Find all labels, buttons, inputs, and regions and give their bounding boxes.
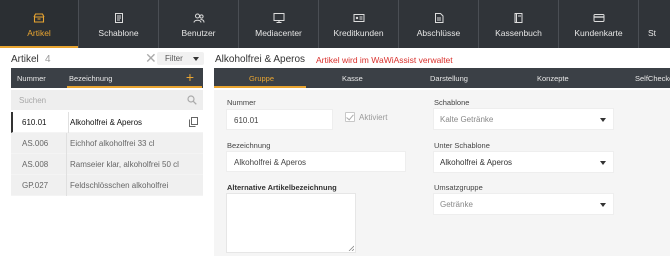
alt-bezeichnung-textarea[interactable] [226,193,356,253]
users-icon [193,13,204,23]
chevron-down-icon [600,118,606,122]
add-article-button[interactable]: + [186,69,194,85]
tab-darstellung[interactable]: Darstellung [430,74,468,83]
document-icon [433,13,444,23]
nav-artikel[interactable]: Artikel [0,0,79,48]
nav-abschluesse[interactable]: Abschlüsse [399,0,479,48]
tab-kasse[interactable]: Kasse [342,74,363,83]
clear-filter-icon[interactable]: ✕ [145,50,157,67]
article-list: 610.01 Alkoholfrei & Aperos AS.006 Eichh… [11,112,203,196]
search-icon[interactable] [187,95,197,105]
schablone-select[interactable]: Kalte Getränke [433,108,614,130]
chevron-down-icon [600,203,606,207]
nav-kundenkarte[interactable]: Kundenkarte [559,0,639,48]
nav-settings[interactable]: St [639,0,670,48]
umsatzgruppe-select[interactable]: Getränke [433,193,614,215]
article-count: 4 [45,54,51,65]
nummer-label: Nummer [227,98,256,107]
id-card-icon [353,13,364,23]
detail-tabs: Gruppe Kasse Darstellung Konzepte SelfCh… [214,68,670,88]
template-icon [113,13,124,23]
list-item[interactable]: GP.027 Feldschlösschen alkoholfrei [11,175,203,196]
tab-gruppe[interactable]: Gruppe [249,74,274,83]
unter-schablone-select[interactable]: Alkoholfrei & Aperos [433,151,614,173]
sort-indicator [67,86,202,88]
search-bar [11,90,203,110]
tab-konzepte[interactable]: Konzepte [537,74,569,83]
chevron-down-icon [600,161,606,165]
bezeichnung-label: Bezeichnung [227,141,271,150]
nav-kreditkunden[interactable]: Kreditkunden [319,0,399,48]
nav-kassenbuch[interactable]: Kassenbuch [479,0,559,48]
list-item[interactable]: AS.008 Ramseier klar, alkoholfrei 50 cl [11,154,203,175]
umsatzgruppe-label: Umsatzgruppe [434,183,483,192]
book-icon [513,13,524,23]
bezeichnung-field[interactable]: Alkoholfrei & Aperos [226,151,406,172]
card-icon [593,13,604,23]
article-list-title: Artikel [11,54,39,65]
column-bezeichnung[interactable]: Bezeichnung [69,74,112,83]
article-form: Nummer 610.01 Aktiviert Bezeichnung Alko… [214,90,670,256]
search-input[interactable] [11,90,186,110]
alt-bezeichnung-label: Alternative Artikelbezeichnung [227,183,337,192]
aktiviert-checkbox[interactable] [345,112,355,122]
chevron-down-icon [193,57,199,61]
unter-schablone-label: Unter Schablone [434,141,490,150]
resize-handle-icon[interactable] [348,245,354,251]
article-detail-title: Alkoholfrei & Aperos [215,54,306,65]
top-navigation: Artikel Schablone Benutzer Mediacenter K… [0,0,670,48]
active-tab-indicator [214,86,306,88]
nummer-field[interactable]: 610.01 [226,109,333,130]
schablone-label: Schablone [434,98,470,107]
nav-schablone[interactable]: Schablone [79,0,159,48]
box-icon [33,13,45,23]
list-column-header: Nummer Bezeichnung + [11,68,203,88]
nav-mediacenter[interactable]: Mediacenter [239,0,319,48]
copy-icon[interactable] [189,117,198,127]
filter-dropdown[interactable]: Filter [157,52,204,65]
monitor-icon [273,13,284,23]
list-item[interactable]: 610.01 Alkoholfrei & Aperos [11,112,203,133]
wawi-notice: Artikel wird im WaWiAssist verwaltet [316,55,453,65]
aktiviert-label: Aktiviert [359,113,388,122]
column-nummer[interactable]: Nummer [17,74,46,83]
tab-selfcheckout[interactable]: SelfCheckout [635,74,670,83]
nav-benutzer[interactable]: Benutzer [159,0,239,48]
list-item[interactable]: AS.006 Eichhof alkoholfrei 33 cl [11,133,203,154]
